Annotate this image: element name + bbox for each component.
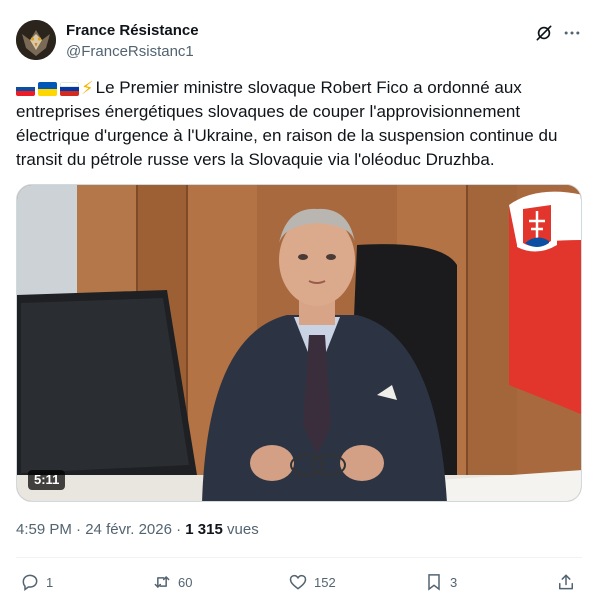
bookmark-icon — [428, 574, 440, 591]
views-count: 1 315 — [185, 521, 223, 538]
video-duration: 5:11 — [28, 470, 66, 490]
tweet-text: ⚡ Le Premier ministre slovaque Robert Fic… — [16, 76, 582, 172]
divider — [16, 557, 582, 558]
grok-icon[interactable] — [533, 22, 555, 44]
eagle-avatar-image — [16, 20, 56, 60]
video-thumbnail — [17, 185, 581, 501]
bookmark-button[interactable]: 3 — [424, 568, 457, 596]
russia-flag-icon — [60, 82, 79, 96]
like-button[interactable]: 152 — [288, 568, 336, 596]
bolt-icon: ⚡ — [81, 78, 94, 98]
repost-button[interactable]: 60 — [152, 568, 192, 596]
bookmark-count: 3 — [450, 574, 458, 590]
reply-button[interactable]: 1 — [20, 568, 53, 596]
flag-emojis — [16, 82, 79, 96]
reply-icon — [22, 574, 38, 591]
share-button[interactable] — [556, 568, 576, 596]
slovakia-flag-icon — [16, 82, 35, 96]
author-name[interactable]: France Résistance — [66, 22, 199, 39]
more-icon[interactable] — [560, 22, 584, 44]
post-date[interactable]: 24 févr. 2026 — [85, 521, 172, 538]
like-count: 152 — [314, 574, 336, 590]
video-player[interactable] — [16, 184, 582, 502]
meta-separator: · — [176, 521, 186, 538]
repost-icon — [154, 576, 170, 588]
action-bar: 1 60 152 3 — [0, 568, 598, 596]
ukraine-flag-icon — [38, 82, 57, 96]
like-icon — [289, 574, 307, 590]
tweet-card: France Résistance @FranceRsistanc1 ⚡ Le P… — [0, 0, 598, 605]
tweet-body: Le Premier ministre slovaque Robert Fico… — [16, 78, 558, 169]
post-time[interactable]: 4:59 PM — [16, 521, 72, 538]
avatar[interactable] — [16, 20, 56, 60]
post-meta: 4:59 PM · 24 févr. 2026 · 1 315 vues — [16, 521, 259, 538]
meta-separator: · — [76, 521, 86, 538]
views-label: vues — [227, 521, 259, 538]
share-icon — [559, 574, 573, 590]
author-handle[interactable]: @FranceRsistanc1 — [66, 43, 194, 60]
reply-count: 1 — [46, 574, 54, 590]
repost-count: 60 — [178, 574, 193, 590]
